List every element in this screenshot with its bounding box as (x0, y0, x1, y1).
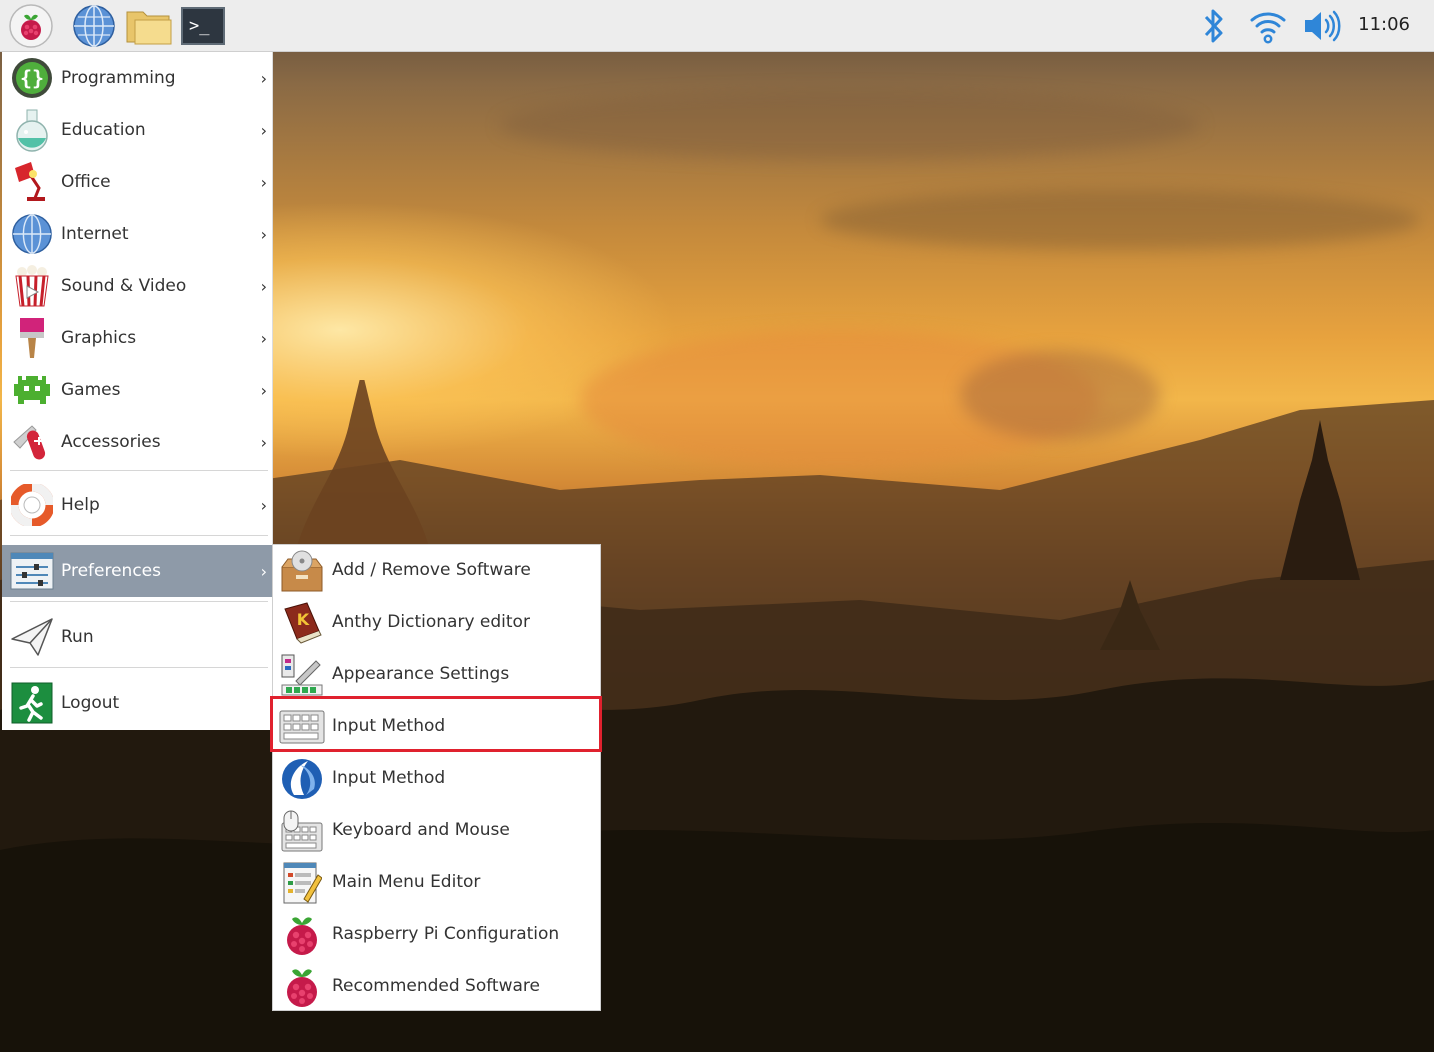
menu-editor-icon (279, 861, 325, 905)
menu-item-label: Help (61, 495, 100, 515)
menu-item-label: Internet (61, 224, 129, 244)
terminal-launcher[interactable]: >_ (180, 4, 226, 48)
graphics-brush-icon (10, 316, 54, 360)
wifi-icon (1250, 12, 1286, 44)
menu-item-label: Office (61, 172, 111, 192)
raspberry-config-icon (279, 913, 325, 957)
file-manager-launcher[interactable] (124, 4, 174, 48)
bluetooth-button[interactable] (1198, 4, 1230, 48)
office-lamp-icon (10, 160, 54, 204)
submenu-item-label: Add / Remove Software (332, 560, 531, 580)
menu-item-accessories[interactable]: Accessories › (2, 416, 273, 468)
terminal-icon: >_ (181, 7, 225, 45)
menu-separator (10, 470, 268, 471)
submenu-item-input-method-fcitx[interactable]: Input Method (273, 753, 600, 805)
svg-text:{}: {} (20, 66, 44, 90)
chevron-right-icon: › (260, 172, 267, 192)
menu-item-preferences[interactable]: Preferences › (2, 545, 273, 597)
submenu-item-keyboard-and-mouse[interactable]: Keyboard and Mouse (273, 805, 600, 857)
menu-item-label: Run (61, 627, 94, 647)
accessories-knife-icon (10, 420, 54, 464)
file-manager-icon (126, 11, 172, 45)
menu-item-label: Graphics (61, 328, 137, 348)
menu-item-games[interactable]: Games › (2, 364, 273, 416)
menu-item-run[interactable]: Run (2, 611, 273, 663)
menu-separator (10, 667, 268, 668)
package-box-icon (279, 549, 325, 593)
volume-icon (1305, 10, 1341, 42)
submenu-item-main-menu-editor[interactable]: Main Menu Editor (273, 857, 600, 909)
menu-item-internet[interactable]: Internet › (2, 208, 273, 260)
chevron-right-icon: › (260, 328, 267, 348)
submenu-item-label: Main Menu Editor (332, 872, 481, 892)
fcitx-input-icon (279, 757, 325, 801)
menu-item-programming[interactable]: {} Programming › (2, 52, 273, 104)
clock[interactable]: 11:06 (1358, 14, 1410, 35)
chevron-right-icon: › (260, 561, 267, 581)
chevron-right-icon: › (260, 380, 267, 400)
chevron-right-icon: › (260, 432, 267, 452)
menu-item-help[interactable]: Help › (2, 479, 273, 531)
chevron-right-icon: › (260, 120, 267, 140)
web-browser-icon (73, 5, 115, 47)
menu-item-sound-video[interactable]: Sound & Video › (2, 260, 273, 312)
main-menu: {} Programming › Education › Office › In… (2, 52, 273, 730)
menu-item-office[interactable]: Office › (2, 156, 273, 208)
raspberry-menu-icon (9, 4, 53, 48)
games-invader-icon (10, 368, 54, 412)
menu-item-logout[interactable]: Logout (2, 677, 273, 729)
raspberry-recommended-icon (279, 965, 325, 1009)
input-method-highlight-box (270, 696, 602, 752)
submenu-item-label: Raspberry Pi Configuration (332, 924, 560, 944)
menu-item-label: Sound & Video (61, 276, 187, 296)
bluetooth-icon (1204, 9, 1223, 43)
chevron-right-icon: › (260, 224, 267, 244)
preferences-sliders-icon (10, 549, 54, 593)
run-paper-plane-icon (10, 615, 54, 659)
submenu-item-label: Keyboard and Mouse (332, 820, 510, 840)
submenu-item-recommended-software[interactable]: Recommended Software (273, 961, 600, 1013)
submenu-item-label: Recommended Software (332, 976, 540, 996)
sound-video-popcorn-icon (10, 264, 54, 308)
wifi-button[interactable] (1246, 4, 1290, 48)
menu-item-label: Games (61, 380, 121, 400)
logout-exit-icon (10, 681, 54, 725)
menu-item-education[interactable]: Education › (2, 104, 273, 156)
submenu-item-appearance-settings[interactable]: Appearance Settings (273, 649, 600, 701)
submenu-item-label: Input Method (332, 768, 446, 788)
raspberry-menu-button[interactable] (8, 4, 54, 48)
submenu-item-label: Anthy Dictionary editor (332, 612, 530, 632)
menu-item-label: Accessories (61, 432, 161, 452)
menu-item-label: Logout (61, 693, 120, 713)
menu-item-label: Education (61, 120, 146, 140)
keyboard-mouse-icon (279, 809, 325, 853)
education-flask-icon (10, 108, 54, 152)
menu-item-graphics[interactable]: Graphics › (2, 312, 273, 364)
web-browser-launcher[interactable] (70, 4, 118, 48)
help-lifebuoy-icon (10, 483, 54, 527)
appearance-palette-icon (279, 653, 325, 697)
menu-item-label: Preferences (61, 561, 161, 581)
volume-button[interactable] (1300, 4, 1344, 48)
taskbar: >_ 11:06 (0, 0, 1434, 52)
submenu-item-label: Appearance Settings (332, 664, 510, 684)
svg-text:K: K (297, 610, 310, 629)
chevron-right-icon: › (260, 68, 267, 88)
programming-icon: {} (10, 56, 54, 100)
internet-globe-icon (10, 212, 54, 256)
chevron-right-icon: › (260, 495, 267, 515)
menu-item-label: Programming (61, 68, 176, 88)
submenu-item-add-remove-software[interactable]: Add / Remove Software (273, 545, 600, 597)
dictionary-book-icon: K (279, 601, 325, 645)
menu-separator (10, 601, 268, 602)
chevron-right-icon: › (260, 276, 267, 296)
submenu-item-anthy-dictionary-editor[interactable]: K Anthy Dictionary editor (273, 597, 600, 649)
preferences-submenu: Add / Remove Software K Anthy Dictionary… (272, 544, 601, 1011)
submenu-item-raspberry-pi-configuration[interactable]: Raspberry Pi Configuration (273, 909, 600, 961)
menu-separator (10, 535, 268, 536)
